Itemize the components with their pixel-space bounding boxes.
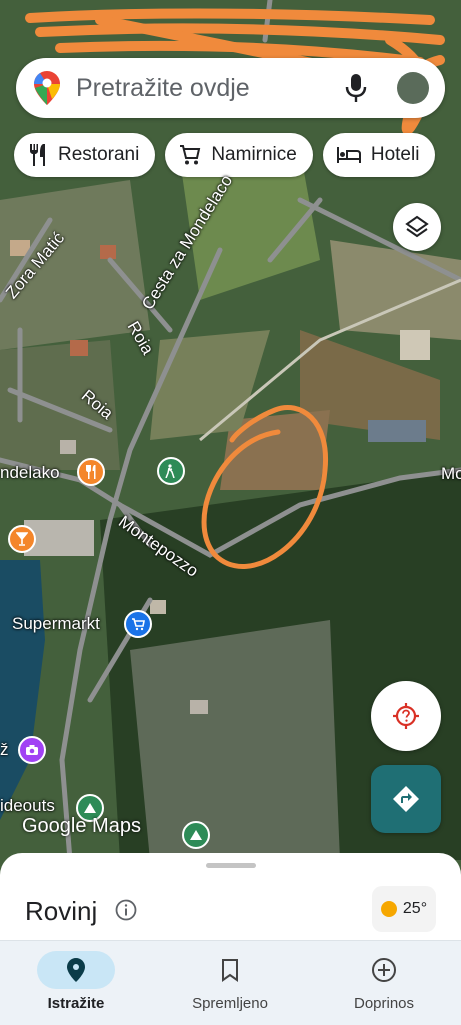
layers-button[interactable] (393, 203, 441, 251)
chip-label: Hoteli (370, 144, 420, 165)
google-maps-watermark: Google Maps (22, 815, 141, 837)
directions-button[interactable] (371, 765, 441, 833)
hiking-poi-icon[interactable] (157, 457, 185, 485)
category-chips: Restorani Namirnice Hoteli (14, 133, 436, 177)
place-label-mondelako: ndelako (0, 463, 60, 482)
add-circle-icon (372, 958, 396, 982)
explore-pin-icon (67, 958, 85, 982)
nav-saved[interactable]: Spremljeno (160, 951, 300, 1021)
bed-icon (336, 147, 361, 163)
restaurant-poi-icon[interactable] (77, 458, 105, 486)
restaurant-icon (30, 144, 45, 166)
drag-handle[interactable] (206, 863, 256, 868)
account-avatar[interactable] (397, 72, 429, 104)
weather-badge[interactable]: 25° (372, 886, 436, 932)
bookmark-icon (222, 959, 238, 982)
nav-label: Doprinos (353, 995, 415, 1012)
microphone-icon[interactable] (345, 73, 367, 103)
my-location-button[interactable] (371, 681, 441, 751)
sun-icon (380, 901, 397, 917)
chip-groceries[interactable]: Namirnice (165, 133, 313, 177)
search-input[interactable]: Pretražite ovdje (76, 74, 345, 103)
nav-label: Spremljeno (192, 995, 268, 1012)
bottom-navigation: Istražite Spremljeno Doprinos (0, 940, 461, 1025)
poi-label-supermarkt: Supermarkt (12, 614, 100, 633)
poi-label-z: ž (0, 740, 9, 759)
location-unknown-icon (393, 703, 419, 729)
chip-label: Restorani (58, 144, 140, 165)
chip-hotels[interactable]: Hoteli (322, 133, 436, 177)
chip-restaurants[interactable]: Restorani (14, 133, 156, 177)
search-bar[interactable]: Pretražite ovdje (16, 58, 445, 118)
camera-poi-icon[interactable] (18, 736, 46, 764)
layers-icon (405, 215, 429, 238)
supermarket-poi-icon[interactable] (124, 610, 152, 638)
nav-explore[interactable]: Istražite (6, 951, 146, 1021)
nav-contribute[interactable]: Doprinos (314, 951, 454, 1021)
google-maps-pin-icon (34, 71, 60, 105)
place-sheet[interactable]: Rovinj 25° (0, 853, 461, 943)
place-title: Rovinj (25, 896, 98, 926)
bar-poi-icon[interactable] (8, 525, 36, 553)
directions-icon (393, 786, 419, 812)
chip-label: Namirnice (211, 144, 297, 165)
info-icon[interactable] (115, 899, 137, 921)
poi-label-hideouts: ideouts (0, 796, 55, 815)
campground-poi-icon[interactable] (182, 821, 210, 849)
temperature: 25° (402, 900, 428, 917)
nav-label: Istražite (47, 995, 105, 1012)
street-label-mo: Mo (441, 464, 461, 483)
cart-icon (180, 145, 201, 165)
